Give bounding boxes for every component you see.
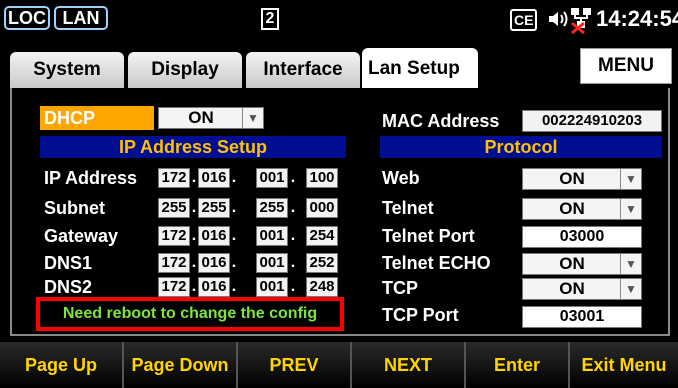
gateway-label: Gateway: [44, 226, 119, 246]
page-indicator: 2: [261, 8, 279, 30]
web-value: ON: [559, 169, 585, 188]
ip-address-octet-2[interactable]: 016: [198, 168, 230, 188]
dns1-octet-4[interactable]: 252: [306, 253, 338, 273]
dot-separator: .: [231, 254, 237, 271]
web-select[interactable]: ON ▼: [522, 168, 642, 190]
subnet-octet-3[interactable]: 255: [256, 198, 288, 218]
dot-separator: .: [290, 254, 296, 271]
dns1-octet-3[interactable]: 001: [256, 253, 288, 273]
telnet-label: Telnet: [382, 198, 434, 218]
clock: 14:24:54: [596, 6, 678, 31]
dns1-label: DNS1: [44, 253, 93, 273]
ip-address-octet-1[interactable]: 172: [158, 168, 190, 188]
dhcp-select[interactable]: ON ▼: [158, 107, 264, 129]
dns1-octet-2[interactable]: 016: [198, 253, 230, 273]
tcp-label: TCP: [382, 278, 418, 298]
tab-interface[interactable]: Interface: [246, 52, 360, 88]
chevron-down-icon: ▼: [620, 199, 641, 219]
telnet-echo-label: Telnet ECHO: [382, 253, 491, 273]
protocol-header: Protocol: [380, 136, 662, 158]
dot-separator: .: [191, 227, 197, 244]
page-down-button[interactable]: Page Down: [122, 342, 236, 388]
ip-address-octet-4[interactable]: 100: [306, 168, 338, 188]
dhcp-label: DHCP: [40, 106, 154, 130]
subnet-octet-2[interactable]: 255: [198, 198, 230, 218]
telnet-select[interactable]: ON ▼: [522, 198, 642, 220]
network-disconnected-icon: [568, 6, 596, 35]
enter-button[interactable]: Enter: [464, 342, 568, 388]
telnet-echo-select[interactable]: ON ▼: [522, 253, 642, 275]
mac-address-value: 002224910203: [522, 110, 662, 132]
ce-icon: CE: [510, 6, 544, 32]
chevron-down-icon: ▼: [242, 108, 263, 128]
ip-address-octet-3[interactable]: 001: [256, 168, 288, 188]
tab-system[interactable]: System: [10, 52, 124, 88]
next-button[interactable]: NEXT: [350, 342, 464, 388]
dot-separator: .: [290, 169, 296, 186]
subnet-octet-4[interactable]: 000: [306, 198, 338, 218]
loc-badge: LOC: [4, 6, 50, 30]
prev-button[interactable]: PREV: [236, 342, 350, 388]
ip-address-setup-header: IP Address Setup: [40, 136, 346, 158]
dot-separator: .: [231, 169, 237, 186]
telnet-port-label: Telnet Port: [382, 226, 475, 246]
dns2-label: DNS2: [44, 277, 93, 297]
dns1-octet-1[interactable]: 172: [158, 253, 190, 273]
gateway-octet-2[interactable]: 016: [198, 226, 230, 246]
dot-separator: .: [191, 169, 197, 186]
ip-address-label: IP Address: [44, 168, 138, 188]
dns2-octet-4[interactable]: 248: [306, 277, 338, 297]
dns2-octet-1[interactable]: 172: [158, 277, 190, 297]
tcp-select[interactable]: ON ▼: [522, 278, 642, 300]
mac-address-label: MAC Address: [382, 111, 500, 131]
dot-separator: .: [191, 199, 197, 216]
web-label: Web: [382, 168, 420, 188]
chevron-down-icon: ▼: [620, 279, 641, 299]
tcp-port-input[interactable]: 03001: [522, 306, 642, 328]
dns2-octet-3[interactable]: 001: [256, 277, 288, 297]
dot-separator: .: [290, 199, 296, 216]
dot-separator: .: [231, 199, 237, 216]
dot-separator: .: [191, 278, 197, 295]
gateway-octet-3[interactable]: 001: [256, 226, 288, 246]
exit-menu-button[interactable]: Exit Menu: [568, 342, 678, 388]
chevron-down-icon: ▼: [620, 254, 641, 274]
dns2-octet-2[interactable]: 016: [198, 277, 230, 297]
subnet-octet-1[interactable]: 255: [158, 198, 190, 218]
menu-button[interactable]: MENU: [580, 48, 672, 84]
subnet-label: Subnet: [44, 198, 105, 218]
telnet-port-input[interactable]: 03000: [522, 226, 642, 248]
lan-badge: LAN: [54, 6, 108, 30]
gateway-octet-4[interactable]: 254: [306, 226, 338, 246]
dot-separator: .: [290, 227, 296, 244]
dot-separator: .: [290, 278, 296, 295]
telnet-echo-value: ON: [559, 254, 585, 273]
dot-separator: .: [231, 278, 237, 295]
dot-separator: .: [191, 254, 197, 271]
tab-lan-setup[interactable]: Lan Setup: [362, 48, 478, 90]
chevron-down-icon: ▼: [620, 169, 641, 189]
page-up-button[interactable]: Page Up: [0, 342, 122, 388]
reboot-warning: Need reboot to change the config: [36, 297, 344, 331]
tcp-value: ON: [559, 279, 585, 298]
dhcp-value: ON: [188, 108, 214, 127]
tcp-port-label: TCP Port: [382, 305, 459, 325]
ce-icon-label: CE: [510, 9, 538, 31]
tab-display[interactable]: Display: [128, 52, 242, 88]
telnet-value: ON: [559, 199, 585, 218]
dot-separator: .: [231, 227, 237, 244]
gateway-octet-1[interactable]: 172: [158, 226, 190, 246]
